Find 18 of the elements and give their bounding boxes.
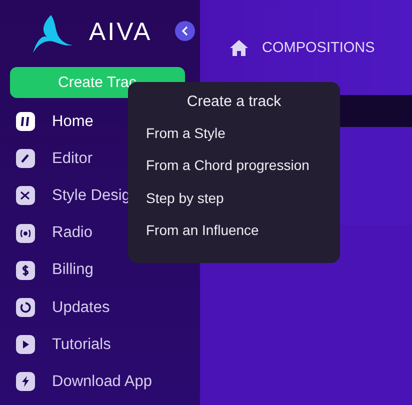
menu-item[interactable]: From a Style bbox=[146, 125, 340, 158]
brand-name: AIVA bbox=[89, 18, 152, 46]
collapse-button[interactable] bbox=[175, 21, 195, 41]
play-icon bbox=[16, 335, 35, 354]
menu-item[interactable]: Step by step bbox=[146, 190, 340, 222]
pencil-icon bbox=[16, 149, 35, 168]
menu-title: Create a track bbox=[186, 93, 282, 110]
sidebar-item[interactable]: Updates bbox=[0, 288, 200, 326]
home-icon bbox=[230, 40, 248, 56]
chevron-left-icon bbox=[181, 26, 189, 36]
refresh-icon bbox=[16, 298, 35, 318]
broadcast-icon bbox=[16, 224, 35, 243]
sidebar-item[interactable]: Tutorials bbox=[0, 326, 200, 364]
pause-icon bbox=[16, 112, 35, 132]
dollar-icon bbox=[16, 260, 35, 280]
menu-item[interactable]: From a Chord progression bbox=[146, 157, 340, 190]
page-title[interactable]: COMPOSITIONS bbox=[262, 40, 375, 56]
sidebar-item[interactable]: Download App bbox=[0, 363, 200, 400]
